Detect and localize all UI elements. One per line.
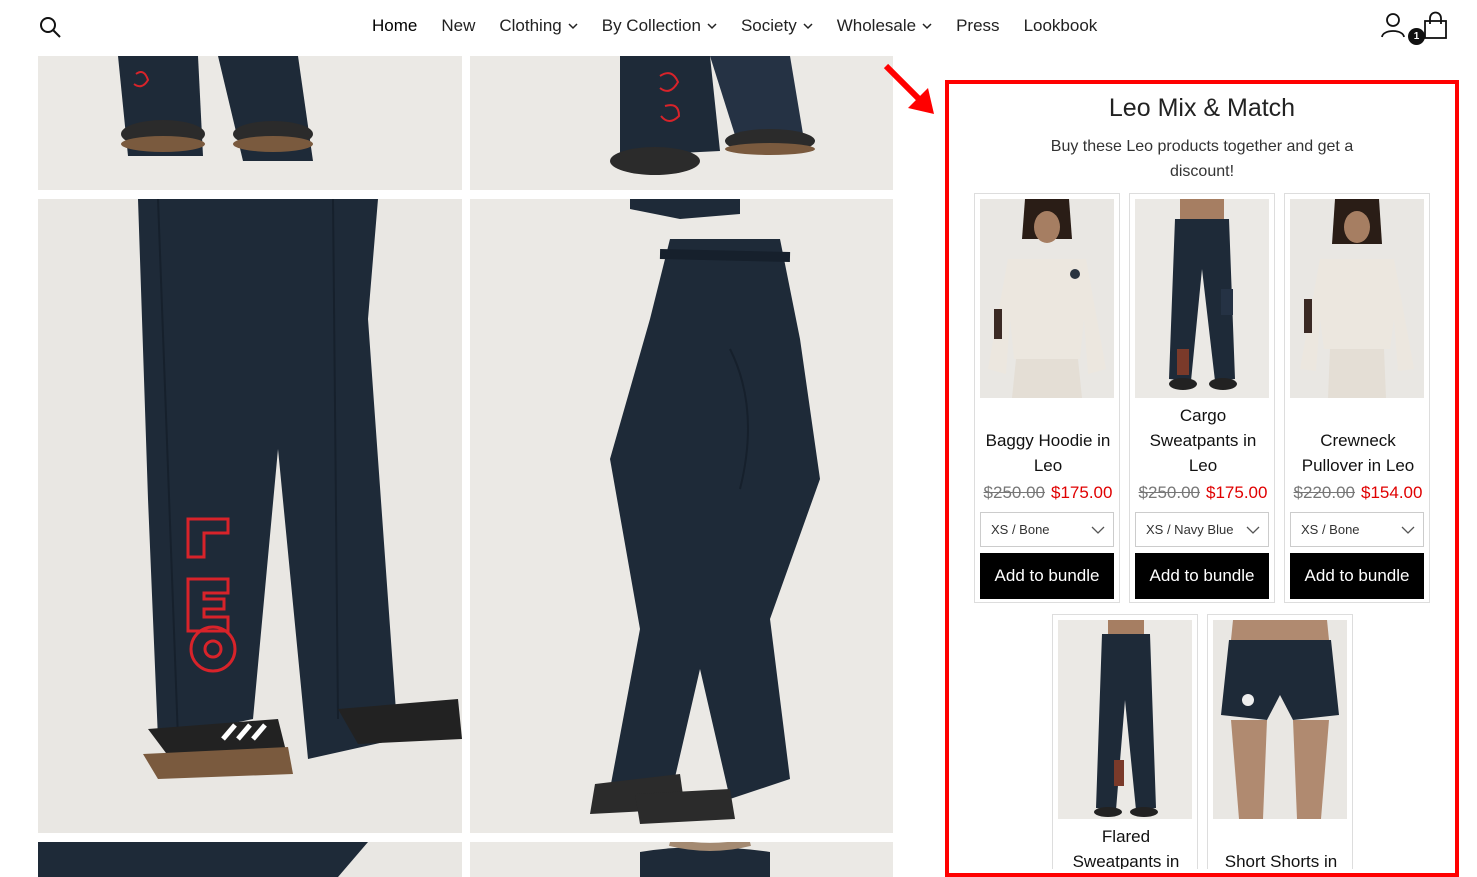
nav-label: By Collection (601, 16, 701, 35)
search-icon[interactable] (38, 15, 62, 39)
nav-item-lookbook[interactable]: Lookbook (1012, 15, 1110, 37)
cart-count-badge: 1 (1408, 28, 1425, 45)
main-nav: Home New Clothing By Collection Society … (360, 15, 1109, 37)
site-header: Home New Clothing By Collection Society … (0, 0, 1477, 56)
chevron-down-icon (568, 23, 578, 30)
product-name: Cargo Sweatpants in Leo (1149, 406, 1257, 475)
add-to-bundle-button[interactable]: Add to bundle (1135, 553, 1269, 599)
original-price: $250.00 (983, 483, 1045, 502)
sale-price: $175.00 (1206, 483, 1268, 502)
bundle-widget: Leo Mix & Match Buy these Leo products t… (955, 90, 1449, 869)
product-thumbnail[interactable] (1290, 199, 1424, 398)
sale-price: $175.00 (1051, 483, 1113, 502)
bundle-card-crewneck-pullover: Crewneck Pullover in Leo $220.00 $154.00 … (1284, 193, 1430, 603)
nav-label: Society (740, 16, 797, 35)
chevron-down-icon (803, 23, 813, 30)
product-thumbnail[interactable] (1058, 620, 1192, 819)
nav-item-new[interactable]: New (429, 15, 487, 37)
nav-item-clothing[interactable]: Clothing (487, 15, 589, 37)
variant-select[interactable]: XS / Bone (1290, 512, 1424, 547)
nav-label: Press (956, 16, 1000, 35)
product-image-legs-front[interactable] (38, 199, 462, 833)
nav-item-society[interactable]: Society (729, 15, 825, 37)
product-thumbnail[interactable] (980, 199, 1114, 398)
chevron-down-icon (922, 23, 932, 30)
bundle-title: Leo Mix & Match (1108, 94, 1296, 122)
bundle-card-short-shorts: Short Shorts in (1207, 614, 1353, 869)
nav-item-wholesale[interactable]: Wholesale (825, 15, 944, 37)
account-icon[interactable] (1380, 12, 1406, 38)
variant-value: XS / Bone (1301, 522, 1360, 537)
bundle-card-flared-sweatpants: Flared Sweatpants in (1052, 614, 1198, 869)
nav-label: Lookbook (1023, 16, 1098, 35)
nav-label: Clothing (499, 16, 562, 35)
sale-price: $154.00 (1361, 483, 1423, 502)
variant-value: XS / Bone (991, 522, 1050, 537)
nav-label: Wholesale (836, 16, 917, 35)
product-price: $250.00 $175.00 (975, 483, 1121, 503)
bundle-highlight-frame: Leo Mix & Match Buy these Leo products t… (945, 80, 1459, 877)
product-price: $220.00 $154.00 (1285, 483, 1431, 503)
chevron-down-icon (1246, 526, 1260, 534)
product-name: Flared Sweatpants in (1072, 827, 1180, 869)
nav-item-by-collection[interactable]: By Collection (590, 15, 729, 37)
product-image-bottom-right[interactable] (470, 842, 893, 877)
annotation-arrow-icon (883, 63, 934, 114)
product-image-legs-top-left[interactable] (38, 56, 462, 190)
product-image-bottom-left[interactable] (38, 842, 462, 877)
chevron-down-icon (707, 23, 717, 30)
original-price: $250.00 (1138, 483, 1200, 502)
bundle-card-cargo-sweatpants: Cargo Sweatpants in Leo $250.00 $175.00 X… (1129, 193, 1275, 603)
nav-item-home[interactable]: Home (360, 15, 429, 37)
variant-value: XS / Navy Blue (1146, 522, 1234, 537)
product-price: $250.00 $175.00 (1130, 483, 1276, 503)
variant-select[interactable]: XS / Navy Blue (1135, 512, 1269, 547)
variant-select[interactable]: XS / Bone (980, 512, 1114, 547)
product-image-side-profile[interactable] (470, 199, 893, 833)
product-thumbnail[interactable] (1135, 199, 1269, 398)
original-price: $220.00 (1293, 483, 1355, 502)
chevron-down-icon (1401, 526, 1415, 534)
bundle-card-baggy-hoodie: Baggy Hoodie in Leo $250.00 $175.00 XS / … (974, 193, 1120, 603)
product-name: Short Shorts in (1224, 852, 1338, 869)
bundle-description: Buy these Leo products together and get … (1050, 138, 1354, 180)
nav-label: New (441, 16, 476, 35)
add-to-bundle-button[interactable]: Add to bundle (1290, 553, 1424, 599)
product-image-side-top-right[interactable] (470, 56, 893, 190)
product-thumbnail[interactable] (1213, 620, 1347, 819)
chevron-down-icon (1091, 526, 1105, 534)
product-name: Crewneck Pullover in Leo (1301, 431, 1415, 475)
add-to-bundle-button[interactable]: Add to bundle (980, 553, 1114, 599)
nav-label: Home (372, 16, 418, 35)
product-name: Baggy Hoodie in Leo (985, 431, 1111, 475)
nav-item-press[interactable]: Press (944, 15, 1011, 37)
